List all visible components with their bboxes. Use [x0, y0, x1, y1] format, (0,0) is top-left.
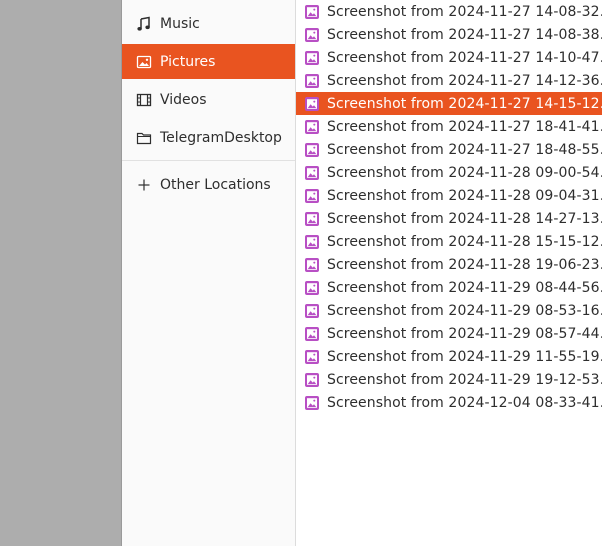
file-row[interactable]: Screenshot from 2024-11-27 14-10-47.png: [296, 46, 602, 69]
file-row[interactable]: Screenshot from 2024-11-29 19-12-53.png: [296, 368, 602, 391]
image-file-icon: [304, 50, 320, 66]
file-name: Screenshot from 2024-11-29 19-12-53.png: [327, 371, 602, 388]
sidebar-item-other-locations[interactable]: Other Locations: [122, 167, 295, 202]
sidebar-item-telegramdesktop[interactable]: TelegramDesktop: [122, 120, 295, 155]
image-file-icon: [304, 372, 320, 388]
file-row[interactable]: Screenshot from 2024-11-27 18-48-55.png: [296, 138, 602, 161]
file-name: Screenshot from 2024-11-28 09-00-54.png: [327, 164, 602, 181]
file-row[interactable]: Screenshot from 2024-11-27 14-08-38.png: [296, 23, 602, 46]
file-name: Screenshot from 2024-11-27 14-08-38.png: [327, 26, 602, 43]
image-file-icon: [304, 280, 320, 296]
image-file-icon: [304, 188, 320, 204]
image-file-icon: [304, 73, 320, 89]
image-file-icon: [304, 303, 320, 319]
file-row[interactable]: Screenshot from 2024-11-27 14-08-32.png: [296, 0, 602, 23]
sidebar-item-label: Other Locations: [160, 176, 271, 193]
image-file-icon: [304, 211, 320, 227]
sidebar-item-music[interactable]: Music: [122, 6, 295, 41]
sidebar-item-label: TelegramDesktop: [160, 129, 282, 146]
image-file-icon: [304, 395, 320, 411]
file-name: Screenshot from 2024-11-27 18-41-41.png: [327, 118, 602, 135]
file-name: Screenshot from 2024-11-28 14-27-13.png: [327, 210, 602, 227]
file-name: Screenshot from 2024-11-29 08-57-44.png: [327, 325, 602, 342]
file-row[interactable]: Screenshot from 2024-11-28 09-00-54.png: [296, 161, 602, 184]
sidebar-item-pictures[interactable]: Pictures: [122, 44, 295, 79]
image-file-icon: [304, 27, 320, 43]
sidebar-item-label: Videos: [160, 91, 207, 108]
file-row[interactable]: Screenshot from 2024-11-29 08-57-44.png: [296, 322, 602, 345]
folder-icon: [136, 130, 152, 146]
file-name: Screenshot from 2024-11-27 14-08-32.png: [327, 3, 602, 20]
image-file-icon: [304, 326, 320, 342]
file-name: Screenshot from 2024-11-29 08-44-56.png: [327, 279, 602, 296]
sidebar-item-videos[interactable]: Videos: [122, 82, 295, 117]
image-file-icon: [304, 96, 320, 112]
file-row[interactable]: Screenshot from 2024-12-04 08-33-41.png: [296, 391, 602, 414]
file-row[interactable]: Screenshot from 2024-11-27 18-41-41.png: [296, 115, 602, 138]
file-chooser-dialog: Music Pictures Videos TelegramDesktop Ot…: [121, 0, 602, 546]
file-name: Screenshot from 2024-11-28 19-06-23.png: [327, 256, 602, 273]
file-row[interactable]: Screenshot from 2024-11-28 19-06-23.png: [296, 253, 602, 276]
image-icon: [136, 54, 152, 70]
file-row[interactable]: Screenshot from 2024-11-29 08-44-56.png: [296, 276, 602, 299]
file-name: Screenshot from 2024-11-28 15-15-12.png: [327, 233, 602, 250]
file-row[interactable]: Screenshot from 2024-11-27 14-12-36.png: [296, 69, 602, 92]
file-row[interactable]: Screenshot from 2024-11-29 11-55-19.png: [296, 345, 602, 368]
plus-icon: [136, 177, 152, 193]
music-note-icon: [136, 16, 152, 32]
file-name: Screenshot from 2024-11-27 14-15-12.png: [327, 95, 602, 112]
file-name: Screenshot from 2024-11-29 11-55-19.png: [327, 348, 602, 365]
file-row[interactable]: Screenshot from 2024-11-27 14-15-12.png: [296, 92, 602, 115]
image-file-icon: [304, 234, 320, 250]
file-name: Screenshot from 2024-11-27 14-10-47.png: [327, 49, 602, 66]
image-file-icon: [304, 349, 320, 365]
file-name: Screenshot from 2024-11-27 14-12-36.png: [327, 72, 602, 89]
file-name: Screenshot from 2024-11-28 09-04-31.png: [327, 187, 602, 204]
file-name: Screenshot from 2024-11-29 08-53-16.png: [327, 302, 602, 319]
film-icon: [136, 92, 152, 108]
sidebar-separator: [122, 160, 295, 161]
file-row[interactable]: Screenshot from 2024-11-29 08-53-16.png: [296, 299, 602, 322]
image-file-icon: [304, 119, 320, 135]
file-list: Screenshot from 2024-11-27 14-08-32.png S…: [296, 0, 602, 546]
image-file-icon: [304, 257, 320, 273]
image-file-icon: [304, 165, 320, 181]
image-file-icon: [304, 4, 320, 20]
image-file-icon: [304, 142, 320, 158]
file-name: Screenshot from 2024-12-04 08-33-41.png: [327, 394, 602, 411]
file-row[interactable]: Screenshot from 2024-11-28 09-04-31.png: [296, 184, 602, 207]
file-row[interactable]: Screenshot from 2024-11-28 14-27-13.png: [296, 207, 602, 230]
sidebar-item-label: Pictures: [160, 53, 216, 70]
file-row[interactable]: Screenshot from 2024-11-28 15-15-12.png: [296, 230, 602, 253]
places-sidebar: Music Pictures Videos TelegramDesktop Ot…: [122, 0, 296, 546]
file-name: Screenshot from 2024-11-27 18-48-55.png: [327, 141, 602, 158]
sidebar-item-label: Music: [160, 15, 200, 32]
